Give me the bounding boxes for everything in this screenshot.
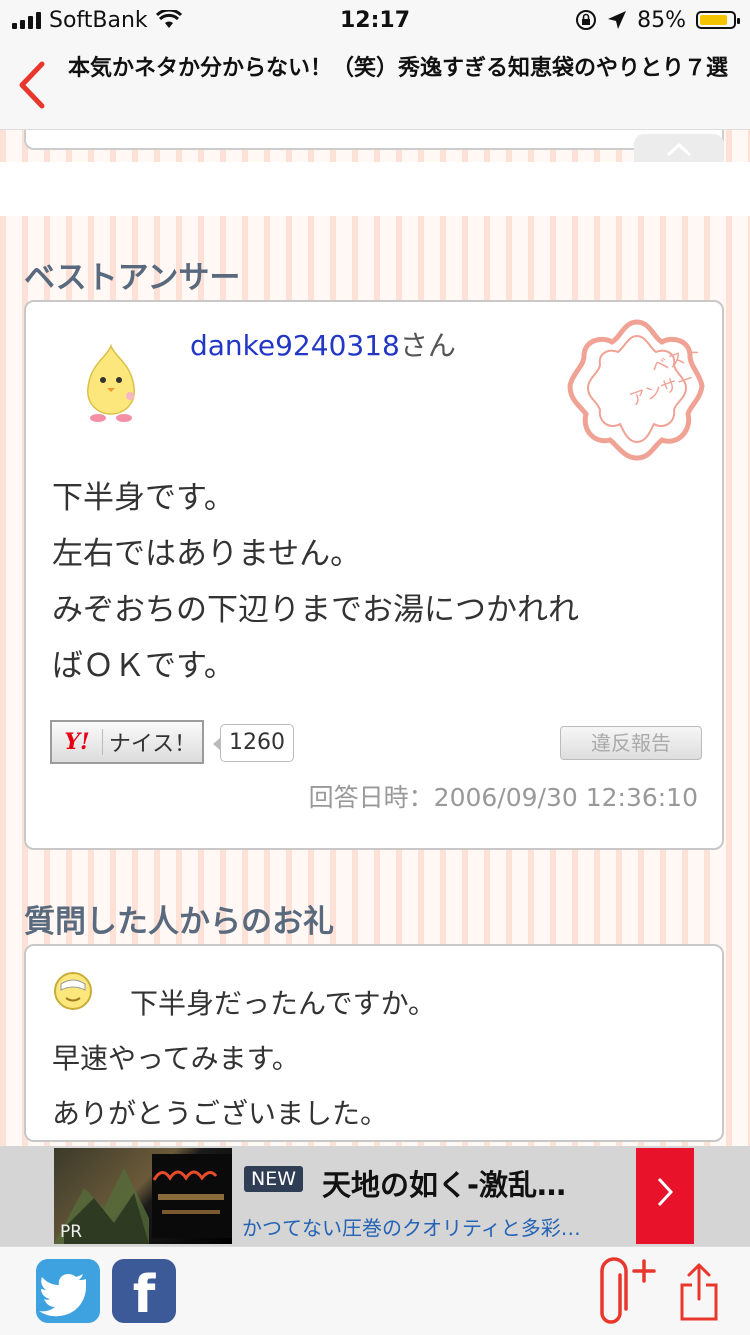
answer-user: danke9240318さん <box>190 324 456 364</box>
thanks-line: 下半身だったんですか。 <box>130 987 437 1020</box>
best-answer-heading: ベストアンサー <box>24 260 241 296</box>
previous-card-strip <box>0 130 750 162</box>
answer-body: 下半身です。 左右ではありません。 みぞおちの下辺りまでお湯につかれれ ばＯＫで… <box>52 470 692 694</box>
twitter-bird-icon <box>39 1274 86 1317</box>
location-icon <box>608 11 627 29</box>
best-answer-card: danke9240318さん ベスト アンサー 下半身です。 左右ではありません… <box>24 300 724 850</box>
thanks-line: ありがとうございました。 <box>52 1097 389 1130</box>
previous-card-bottom <box>24 130 724 150</box>
thanks-body: 下半身だったんですか。 早速やってみます。 ありがとうございました。 <box>52 976 702 1141</box>
answer-line: 下半身です。 <box>52 480 235 516</box>
status-right: 85% <box>575 8 750 33</box>
page-title: 本気かネタか分からない！（笑）秀逸すぎる知恵袋のやりとり７選 <box>68 56 729 81</box>
battery-fill <box>700 15 728 25</box>
navigation-bar: 本気かネタか分からない！（笑）秀逸すぎる知恵袋のやりとり７選 <box>0 40 750 130</box>
spacer <box>0 162 750 216</box>
yahoo-logo-icon: Y! <box>52 729 103 755</box>
status-bar: SoftBank 12:17 85% <box>0 0 750 40</box>
signal-icon <box>12 11 41 29</box>
nice-button[interactable]: Y! ナイス！ <box>50 720 204 764</box>
paperclip-add-icon[interactable] <box>598 1257 660 1327</box>
status-left: SoftBank <box>0 8 182 33</box>
share-icon[interactable] <box>678 1261 720 1323</box>
chevron-left-icon[interactable] <box>14 58 50 112</box>
answer-line: みぞおちの下辺りまでお湯につかれれ <box>52 592 579 628</box>
rotation-lock-icon <box>576 10 597 30</box>
ad-banner[interactable]: PR NEW 天地の如く-激乱… かつてない圧巻のクオリティと多彩… <box>0 1146 750 1246</box>
answer-line: ばＯＫです。 <box>52 648 235 684</box>
answer-line: 左右ではありません。 <box>52 536 362 572</box>
chevron-right-icon <box>657 1177 674 1207</box>
user-id-link[interactable]: danke9240318 <box>190 329 400 362</box>
battery-percent: 85% <box>637 7 686 33</box>
answered-at: 回答日時：2006/09/30 12:36:10 <box>308 783 698 812</box>
thanks-heading: 質問した人からのお礼 <box>24 904 334 940</box>
main-content: ベストアンサー danke9240318さん ベスト アンサー 下半身です。 左… <box>0 216 750 1148</box>
nice-count: 1260 <box>213 724 294 762</box>
ad-subtitle[interactable]: かつてない圧巻のクオリティと多彩… <box>242 1212 581 1241</box>
report-button[interactable]: 違反報告 <box>560 726 702 760</box>
user-suffix: さん <box>399 329 456 362</box>
nice-label: ナイス！ <box>108 732 197 757</box>
best-answer-stamp: ベスト アンサー <box>567 319 705 461</box>
ad-logo <box>150 1162 220 1191</box>
avatar <box>87 343 135 422</box>
wifi-icon <box>155 10 182 28</box>
ad-arrow-button[interactable] <box>636 1148 694 1244</box>
bottom-toolbar: f <box>0 1246 750 1335</box>
twitter-icon[interactable] <box>36 1259 100 1323</box>
thanks-card: 下半身だったんですか。 早速やってみます。 ありがとうございました。 <box>24 944 724 1142</box>
chevron-up-icon <box>666 142 692 157</box>
ad-new-badge: NEW <box>244 1166 304 1192</box>
scroll-to-top-button[interactable] <box>634 134 724 162</box>
facebook-icon[interactable]: f <box>112 1259 176 1325</box>
thanks-line: 早速やってみます。 <box>52 1042 300 1075</box>
carrier-label: SoftBank <box>49 7 148 33</box>
game-logo-icon <box>152 1170 218 1181</box>
ad-pr-label: PR <box>60 1222 83 1242</box>
battery-icon <box>696 11 740 29</box>
ad-title[interactable]: 天地の如く-激乱… <box>322 1162 566 1204</box>
